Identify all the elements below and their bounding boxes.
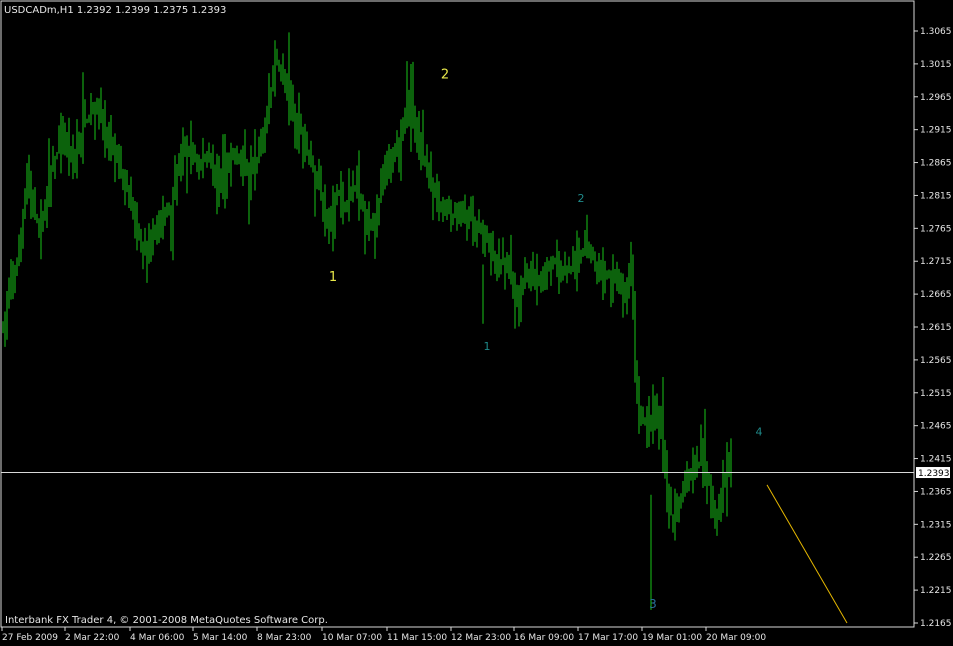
wave-label: 1: [484, 340, 491, 353]
y-tick-label: 1.2865: [920, 159, 952, 169]
wave-label: 1: [329, 270, 337, 285]
y-tick-label: 1.2315: [920, 520, 952, 530]
y-tick-label: 1.2215: [920, 586, 952, 596]
y-tick-label: 1.2815: [920, 191, 952, 201]
x-tick-label: 4 Mar 06:00: [130, 633, 185, 643]
wave-label: 3: [649, 597, 657, 611]
y-tick-label: 1.2165: [920, 619, 952, 629]
x-tick-label: 20 Mar 09:00: [706, 633, 766, 643]
wave-label: 2: [441, 67, 449, 82]
x-tick-label: 17 Mar 17:00: [578, 633, 638, 643]
current-price-tag-text: 1.2393: [918, 469, 950, 479]
x-tick-label: 2 Mar 22:00: [65, 633, 120, 643]
x-tick-label: 16 Mar 09:00: [514, 633, 574, 643]
x-tick-label: 19 Mar 01:00: [642, 633, 702, 643]
y-tick-label: 1.2765: [920, 224, 952, 234]
y-tick-label: 1.2665: [920, 290, 952, 300]
y-tick-label: 1.2365: [920, 487, 952, 497]
copyright-text: Interbank FX Trader 4, © 2001-2008 MetaQ…: [5, 615, 328, 626]
y-tick-label: 1.2715: [920, 257, 952, 267]
chart-title: USDCADm,H1 1.2392 1.2399 1.2375 1.2393: [4, 5, 226, 16]
current-price-tag: 1.2393: [916, 467, 950, 479]
y-tick-label: 1.2515: [920, 389, 952, 399]
x-tick-label: 8 Mar 23:00: [257, 633, 312, 643]
wave-label: 4: [756, 426, 763, 439]
y-tick-label: 1.2465: [920, 422, 952, 432]
y-tick-label: 1.2915: [920, 126, 952, 136]
y-tick-label: 1.2265: [920, 553, 952, 563]
wave-label: 2: [578, 192, 585, 205]
y-tick-label: 1.2965: [920, 93, 952, 103]
y-tick-label: 1.2565: [920, 356, 952, 366]
x-tick-label: 12 Mar 23:00: [451, 633, 511, 643]
y-tick-label: 1.2415: [920, 455, 952, 465]
y-tick-label: 1.3015: [920, 60, 952, 70]
x-tick-label: 27 Feb 2009: [2, 633, 58, 643]
y-tick-label: 1.3065: [920, 27, 952, 37]
chart-background: [0, 0, 953, 646]
y-tick-label: 1.2615: [920, 323, 952, 333]
x-tick-label: 5 Mar 14:00: [193, 633, 248, 643]
x-tick-label: 10 Mar 07:00: [322, 633, 382, 643]
x-tick-label: 11 Mar 15:00: [387, 633, 447, 643]
price-chart[interactable]: 1 2 1 2 3 4 1.3065 1.3015 1.2965 1.2915 1.2865 1.2…: [0, 0, 953, 646]
